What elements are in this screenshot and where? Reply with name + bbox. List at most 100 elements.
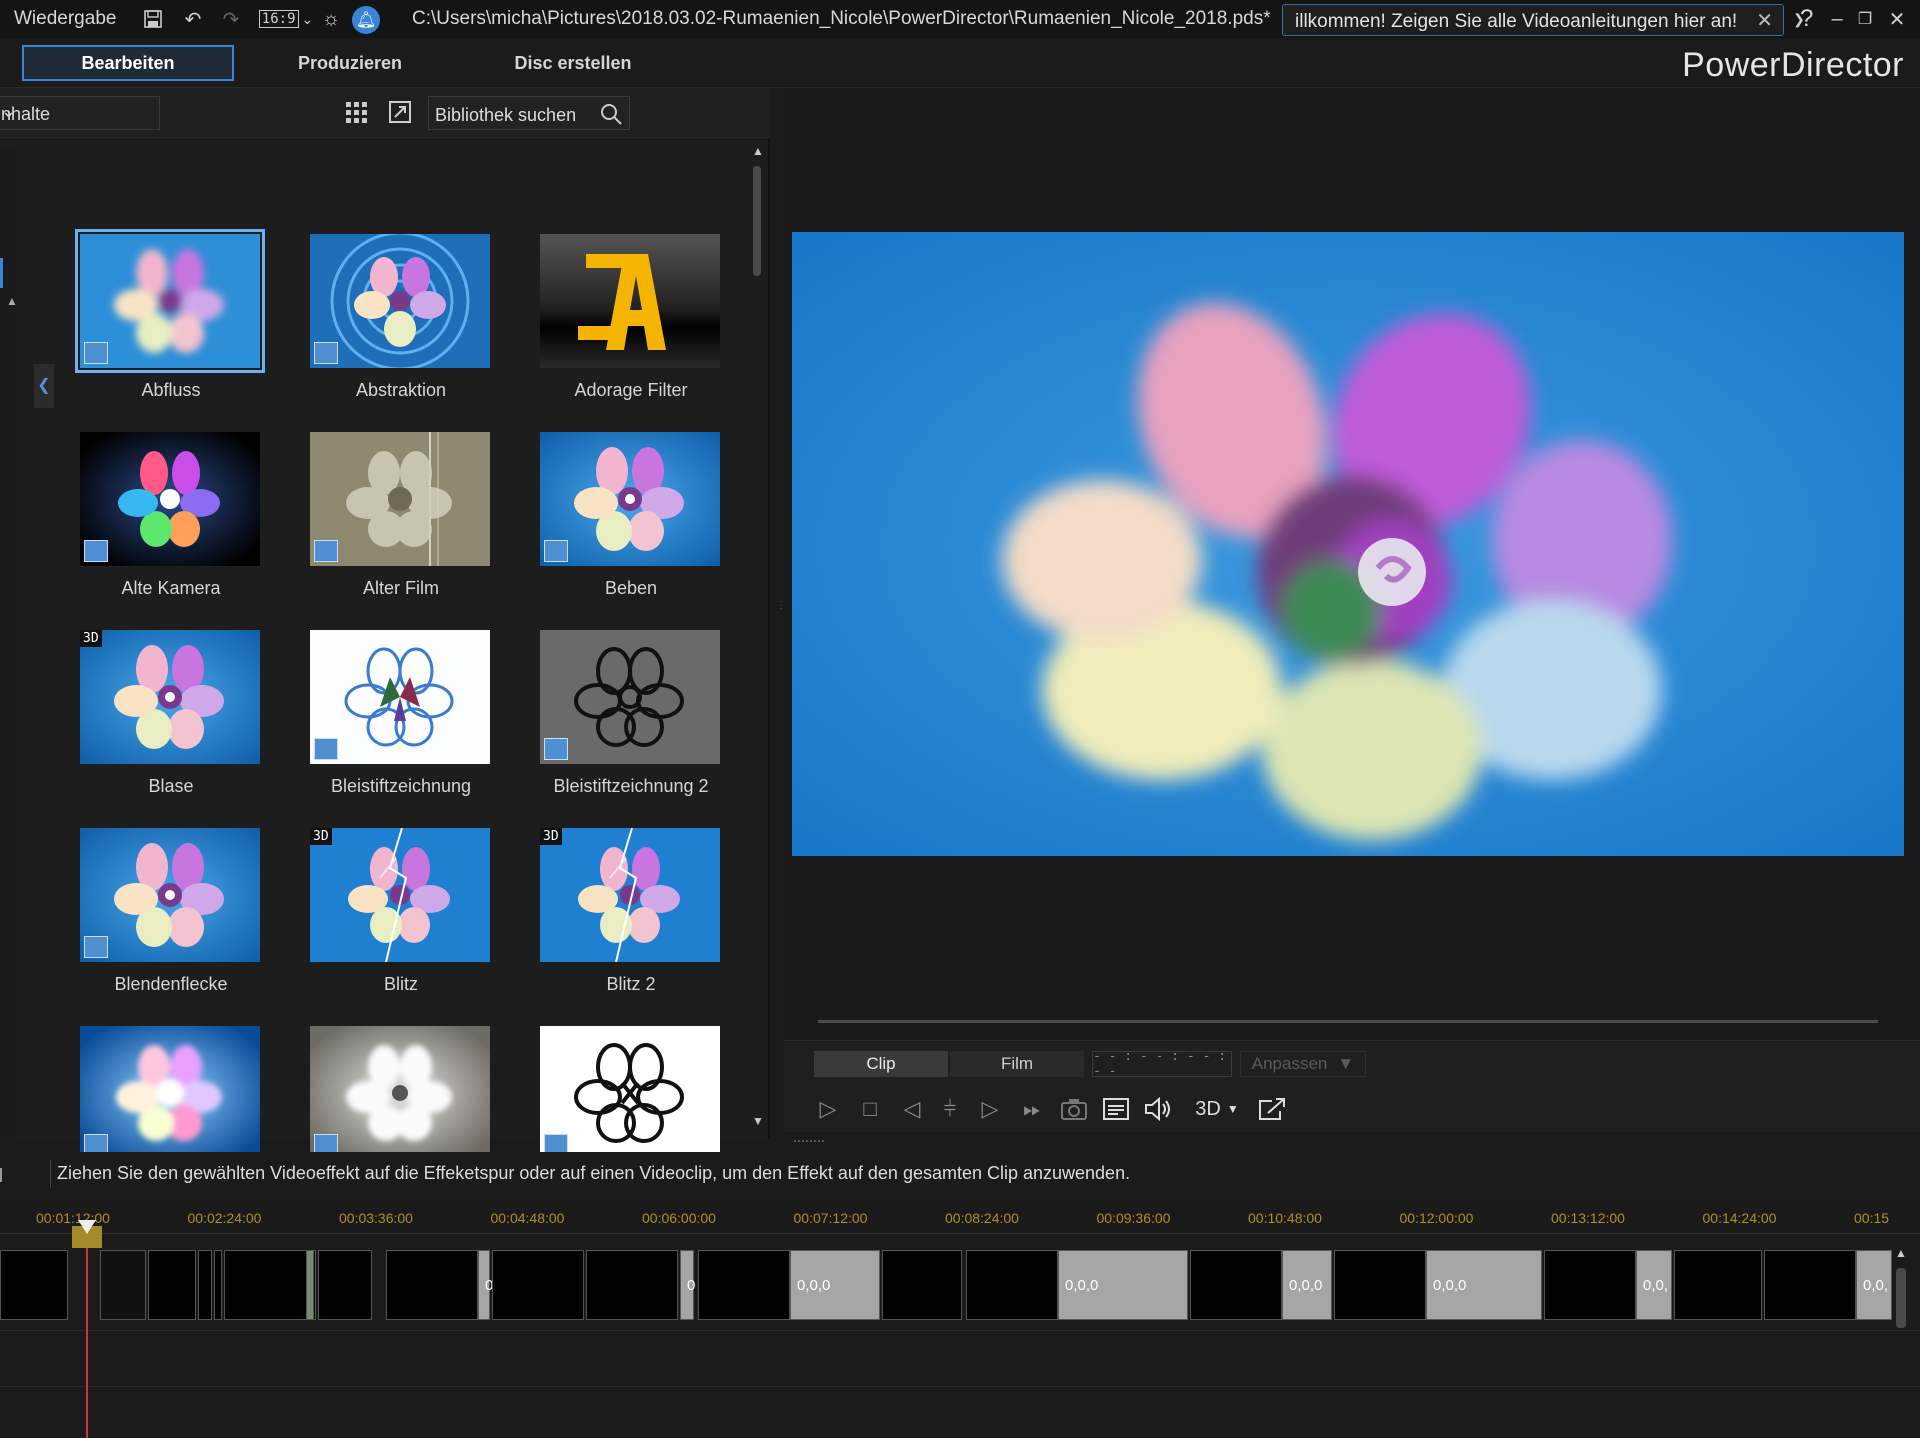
video-clip[interactable] bbox=[306, 1250, 314, 1320]
effect-tile[interactable]: Bleistiftzeichnung 2 bbox=[526, 626, 722, 816]
clip-transition[interactable]: 0,0,0 bbox=[1426, 1250, 1542, 1320]
video-clip[interactable] bbox=[492, 1250, 584, 1320]
effect-thumbnail[interactable] bbox=[80, 828, 260, 962]
effect-thumbnail[interactable] bbox=[540, 234, 720, 368]
video-clip[interactable] bbox=[1334, 1250, 1426, 1320]
effect-tile[interactable]: Alte Kamera bbox=[66, 428, 262, 618]
minimize-icon[interactable]: – bbox=[1824, 6, 1850, 32]
effect-thumbnail[interactable] bbox=[310, 1026, 490, 1160]
redo-icon[interactable]: ↷ bbox=[218, 6, 244, 32]
video-clip[interactable] bbox=[100, 1250, 146, 1320]
restore-icon[interactable]: ❐ bbox=[1852, 6, 1878, 32]
subtitle-icon[interactable] bbox=[1100, 1093, 1132, 1125]
split-marker-icon[interactable]: ⫩ bbox=[934, 1093, 966, 1125]
fit-dropdown[interactable]: Anpassen ▼ bbox=[1240, 1051, 1366, 1077]
notification-bell-icon[interactable]: 🔔︎ bbox=[352, 6, 380, 34]
clip-transition[interactable]: 0,0,0 bbox=[1282, 1250, 1332, 1320]
scroll-up-arrow-icon[interactable]: ▲ bbox=[6, 294, 18, 308]
effect-thumbnail[interactable] bbox=[540, 432, 720, 566]
effect-tile[interactable]: 3D Blitz bbox=[296, 824, 492, 1014]
video-clip[interactable] bbox=[318, 1250, 372, 1320]
play-icon[interactable]: ▷ bbox=[812, 1093, 844, 1125]
expand-icon[interactable] bbox=[388, 100, 414, 126]
clip-transition[interactable]: 0,0, bbox=[1856, 1250, 1892, 1320]
next-frame-icon[interactable]: ▷ bbox=[974, 1093, 1006, 1125]
effect-thumbnail[interactable] bbox=[310, 432, 490, 566]
effect-thumbnail[interactable] bbox=[75, 229, 265, 373]
video-clip[interactable] bbox=[1190, 1250, 1282, 1320]
effect-tile[interactable]: Blendenflecke bbox=[66, 824, 262, 1014]
scrollbar-thumb[interactable] bbox=[1896, 1268, 1906, 1328]
grid-view-icon[interactable] bbox=[344, 100, 370, 126]
playhead-line[interactable] bbox=[86, 1222, 88, 1438]
video-clip[interactable] bbox=[882, 1250, 962, 1320]
video-clip[interactable] bbox=[198, 1250, 212, 1320]
timecode-field[interactable]: - - : - - : - - : - - bbox=[1092, 1049, 1232, 1079]
effect-thumbnail[interactable] bbox=[540, 1026, 720, 1160]
video-clip[interactable] bbox=[698, 1250, 790, 1320]
settings-gear-icon[interactable]: ☼ bbox=[318, 6, 344, 32]
video-clip[interactable] bbox=[0, 1250, 68, 1320]
video-clip[interactable] bbox=[586, 1250, 678, 1320]
effect-thumbnail[interactable] bbox=[310, 234, 490, 368]
clip-transition[interactable]: 0,0,0 bbox=[1058, 1250, 1188, 1320]
preview-seekbar[interactable] bbox=[818, 1020, 1878, 1023]
effect-tile[interactable]: Beben bbox=[526, 428, 722, 618]
effect-tile[interactable]: Bleistiftzeichnung bbox=[296, 626, 492, 816]
3d-mode-button[interactable]: 3D ▼ bbox=[1192, 1093, 1242, 1125]
clip-transition[interactable]: 0 bbox=[680, 1250, 695, 1320]
snapshot-icon[interactable] bbox=[1058, 1093, 1090, 1125]
scroll-up-icon[interactable]: ▲ bbox=[752, 144, 764, 158]
film-mode-button[interactable]: Film bbox=[950, 1051, 1084, 1077]
effect-thumbnail[interactable] bbox=[80, 432, 260, 566]
undock-icon[interactable] bbox=[1256, 1093, 1288, 1125]
volume-icon[interactable] bbox=[1142, 1093, 1174, 1125]
search-icon[interactable] bbox=[599, 102, 623, 126]
stop-icon[interactable]: □ bbox=[854, 1093, 886, 1125]
collapse-panel-button[interactable]: ❮ bbox=[34, 364, 54, 408]
undo-icon[interactable]: ↶ bbox=[180, 6, 206, 32]
effect-tile[interactable]: Abfluss bbox=[66, 229, 265, 420]
clip-mode-button[interactable]: Clip bbox=[814, 1051, 948, 1077]
video-clip[interactable] bbox=[214, 1250, 222, 1320]
video-clip[interactable] bbox=[966, 1250, 1058, 1320]
video-clip[interactable] bbox=[224, 1250, 316, 1320]
timeline-scrollbar[interactable]: ▲ bbox=[1894, 1246, 1908, 1436]
video-clip[interactable] bbox=[1544, 1250, 1636, 1320]
clip-transition[interactable]: 0,0, bbox=[1636, 1250, 1672, 1320]
close-icon[interactable]: ✕ bbox=[1756, 8, 1773, 33]
notification-banner[interactable]: illkommen! Zeigen Sie alle Videoanleitun… bbox=[1282, 4, 1784, 36]
help-button[interactable]: ? bbox=[1800, 5, 1813, 33]
fast-forward-icon[interactable]: ⏩︎ bbox=[1016, 1093, 1048, 1125]
effect-tile[interactable]: Adorage Filter bbox=[526, 230, 722, 420]
video-clip[interactable] bbox=[386, 1250, 478, 1320]
video-clip[interactable] bbox=[1674, 1250, 1762, 1320]
effect-tile[interactable]: 3D Blitz 2 bbox=[526, 824, 722, 1014]
playhead-marker-icon[interactable] bbox=[78, 1220, 96, 1234]
scroll-down-icon[interactable]: ▼ bbox=[752, 1114, 764, 1128]
menu-wiedergabe[interactable]: Wiedergabe bbox=[14, 8, 116, 30]
clip-transition[interactable]: 0 bbox=[478, 1250, 493, 1320]
tab-produzieren[interactable]: Produzieren bbox=[260, 45, 440, 81]
aspect-ratio-selector[interactable]: 16:9 ⌄ bbox=[258, 6, 313, 32]
effect-tile[interactable]: 3D Blase bbox=[66, 626, 262, 816]
timeline-ruler[interactable]: 00:01:12:00 00:02:24:00 00:03:36:00 00:04:4… bbox=[0, 1204, 1920, 1234]
library-search-input[interactable]: Bibliothek suchen bbox=[428, 96, 630, 130]
effect-thumbnail[interactable]: 3D bbox=[540, 828, 720, 962]
clip-transition[interactable]: 0,0,0 bbox=[790, 1250, 880, 1320]
video-clip[interactable] bbox=[148, 1250, 196, 1320]
previous-frame-icon[interactable]: ◁ bbox=[896, 1093, 928, 1125]
effect-thumbnail[interactable] bbox=[80, 1026, 260, 1160]
effect-thumbnail[interactable]: 3D bbox=[80, 630, 260, 764]
effect-thumbnail[interactable] bbox=[310, 630, 490, 764]
tab-bearbeiten[interactable]: Bearbeiten bbox=[22, 45, 234, 81]
category-dropdown[interactable]: nhalte ⌄ bbox=[0, 96, 160, 130]
save-icon[interactable] bbox=[140, 6, 166, 32]
video-clip[interactable] bbox=[1764, 1250, 1856, 1320]
scroll-up-icon[interactable]: ▲ bbox=[1895, 1246, 1907, 1260]
effect-tile[interactable]: Abstraktion bbox=[296, 230, 492, 420]
scrollbar-thumb[interactable] bbox=[753, 166, 761, 276]
effect-thumbnail[interactable] bbox=[540, 630, 720, 764]
library-scrollbar[interactable]: ▲ ▼ bbox=[750, 144, 764, 1134]
effect-thumbnail[interactable]: 3D bbox=[310, 828, 490, 962]
